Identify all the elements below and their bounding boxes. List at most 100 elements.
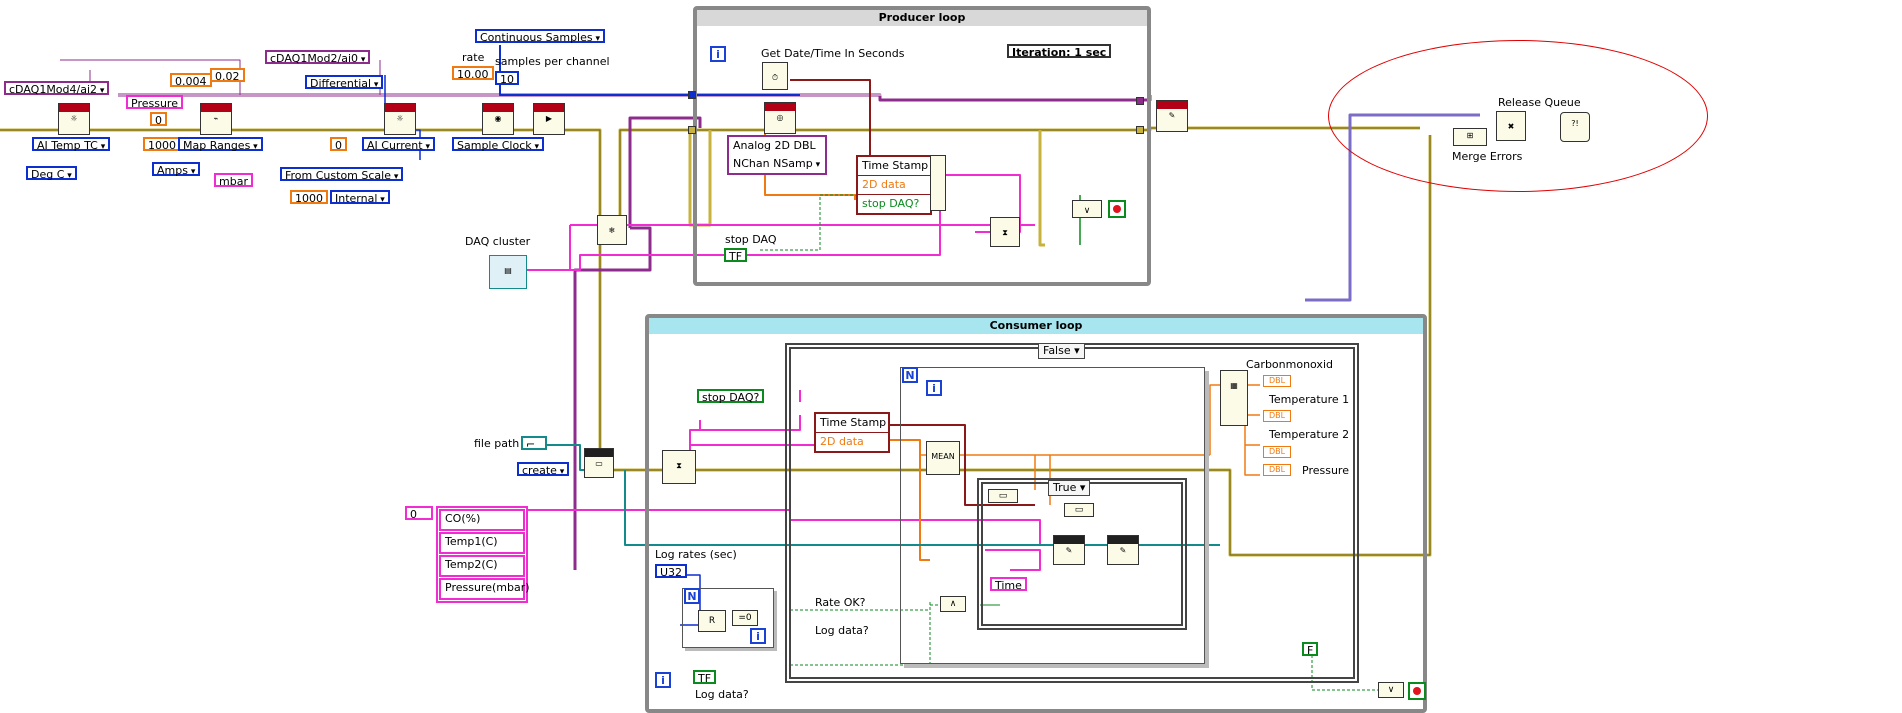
bundle-by-name-node[interactable] (930, 155, 946, 211)
daqmx-start-icon[interactable]: ▶ (533, 103, 565, 135)
consumer-stop-daq-unbundle[interactable]: stop DAQ? (697, 389, 765, 404)
and-node[interactable]: ∧ (940, 596, 966, 612)
channel-constant-2[interactable]: cDAQ1Mod2/ai0 (265, 50, 371, 65)
pressure-constant[interactable]: Pressure (126, 95, 183, 110)
min-value-constant[interactable]: 0.004 (170, 73, 212, 88)
enqueue-element-icon[interactable]: ⧗ (990, 217, 1020, 247)
producer-bundle-2ddata: 2D data (858, 176, 930, 195)
daqmx-create-channel-2[interactable]: ⌁ (200, 103, 232, 135)
consumer-unbundle[interactable]: Time Stamp 2D data (814, 412, 890, 453)
sample-clock-constant[interactable]: Sample Clock (452, 137, 545, 152)
file-path-control[interactable]: ⌐ (521, 436, 547, 451)
error-dialog-icon[interactable]: ?! (1560, 112, 1590, 142)
max-value-constant[interactable]: 0.02 (210, 68, 245, 83)
tdms-write-icon-1[interactable]: ✎ (1053, 535, 1085, 565)
or-node[interactable]: ∨ (1072, 200, 1102, 218)
differential-constant[interactable]: Differential (305, 75, 384, 90)
mean-label: MEAN (931, 452, 955, 461)
log-rates-control[interactable]: U32 (655, 564, 688, 579)
samples-per-channel-label: samples per channel (495, 55, 610, 68)
false-constant[interactable]: F (1302, 642, 1319, 657)
producer-bundle-stop: stop DAQ? (862, 197, 920, 210)
daqmx-create-channel-3[interactable]: ☼ (384, 103, 416, 135)
producer-bundle-timestamp: Time Stamp (858, 157, 930, 176)
daqmx-stop-icon[interactable]: ✎ (1156, 100, 1188, 132)
degc-constant[interactable]: Deg C (26, 166, 77, 181)
channel-names-array[interactable]: CO(%) Temp1(C) Temp2(C) Pressure(mbar) (436, 506, 530, 603)
dbl-indicator-temp1: DBL (1263, 410, 1291, 422)
file-path-label: file path (474, 437, 520, 450)
error-tunnel-in (688, 126, 696, 134)
build-array-node-2[interactable]: ▭ (1064, 503, 1094, 517)
obtain-queue-icon[interactable]: ❄ (597, 215, 627, 245)
for-loop-iteration-terminal: i (926, 380, 942, 396)
analog-label: Analog 2D DBL (733, 139, 816, 152)
nchan-label: NChan NSamp (729, 155, 825, 173)
tdms-write-icon-2[interactable]: ✎ (1107, 535, 1139, 565)
mbar-constant[interactable]: mbar (214, 173, 253, 188)
daq-cluster-label: DAQ cluster (465, 235, 531, 248)
amps-constant[interactable]: Amps (152, 162, 201, 177)
stop-daq-label: stop DAQ (725, 233, 777, 246)
equal-zero-node[interactable]: =0 (732, 610, 758, 626)
ai-temp-constant[interactable]: AI Temp TC (32, 137, 111, 152)
pressure-label: Pressure (1302, 464, 1349, 477)
error-tunnel-out (1136, 126, 1144, 134)
daqmx-read-icon[interactable]: ◎ (764, 102, 796, 134)
rate-constant[interactable]: 10.00 (452, 66, 494, 81)
index-array-icon[interactable]: ▦ (1220, 370, 1248, 426)
dbl-indicator-pressure: DBL (1263, 464, 1291, 476)
case-false-label: False (1043, 344, 1071, 357)
mean-icon[interactable]: MEAN (926, 441, 960, 475)
daqmx-timing-icon[interactable]: ◉ (482, 103, 514, 135)
daq-cluster-icon[interactable]: ▤ (489, 255, 527, 289)
continuous-samples-constant[interactable]: Continuous Samples (475, 29, 605, 44)
consumer-iteration-terminal: i (655, 672, 671, 688)
stop-daq-control[interactable]: TF (724, 248, 748, 263)
consumer-stop-terminal[interactable] (1408, 682, 1426, 700)
zero-constant-1[interactable]: 0 (150, 112, 167, 127)
rate-check-iteration-terminal: i (750, 628, 766, 644)
channel-name-pressure: Pressure(mbar) (439, 578, 530, 600)
dbl-indicator-co: DBL (1263, 375, 1291, 387)
samples-per-channel-constant[interactable]: 10 (495, 71, 519, 86)
carbonmonoxid-label: Carbonmonoxid (1246, 358, 1333, 371)
map-ranges-constant[interactable]: Map Ranges (178, 137, 263, 152)
constant-1000-b[interactable]: 1000 (290, 190, 328, 205)
get-datetime-icon[interactable]: ⏱ (762, 62, 788, 90)
task-tunnel-out (1136, 97, 1144, 105)
case-selector-true[interactable]: True ▾ (1048, 480, 1091, 496)
case-selector-false[interactable]: False ▾ (1038, 343, 1085, 359)
array-index[interactable]: 0 (405, 506, 433, 521)
queue-wire[interactable] (573, 226, 652, 570)
ai-current-constant[interactable]: AI Current (362, 137, 435, 152)
daqmx-create-channel-1[interactable]: ☼ (58, 103, 90, 135)
constant-1000-a[interactable]: 1000 (143, 137, 181, 152)
producer-stop-terminal[interactable] (1108, 200, 1126, 218)
producer-iteration-terminal: i (710, 46, 726, 62)
temperature2-label: Temperature 2 (1269, 428, 1350, 441)
dequeue-element-icon[interactable]: ⧗ (662, 450, 696, 484)
log-data-control[interactable]: TF (693, 670, 717, 685)
dbl-indicator-temp2: DBL (1263, 446, 1291, 458)
consumer-unbundle-2ddata: 2D data (820, 435, 864, 448)
log-rates-label: Log rates (sec) (655, 548, 737, 561)
producer-bundle[interactable]: Time Stamp 2D data stop DAQ? (856, 155, 932, 215)
create-constant[interactable]: create (517, 462, 570, 477)
tdms-open-icon[interactable]: ▭ (584, 448, 614, 478)
merge-errors-icon[interactable]: ⊞ (1453, 128, 1487, 146)
from-custom-scale-constant[interactable]: From Custom Scale (280, 167, 404, 182)
release-queue-icon[interactable]: ✖ (1496, 111, 1526, 141)
channel-name-temp2: Temp2(C) (439, 555, 525, 577)
channel-constant-1[interactable]: cDAQ1Mod4/ai2 (4, 81, 110, 96)
channel-name-co: CO(%) (439, 509, 525, 531)
consumer-or-node[interactable]: ∨ (1378, 682, 1404, 698)
build-array-node-1[interactable]: ▭ (988, 489, 1018, 503)
quotient-remainder-node[interactable]: R (698, 610, 726, 632)
internal-constant[interactable]: Internal (330, 190, 390, 205)
analog-read-selector[interactable]: Analog 2D DBL NChan NSamp (727, 135, 827, 175)
zero-constant-2[interactable]: 0 (330, 137, 347, 152)
rate-ok-label: Rate OK? (815, 596, 866, 609)
get-datetime-label: Get Date/Time In Seconds (761, 47, 905, 60)
time-constant[interactable]: Time (990, 577, 1027, 592)
